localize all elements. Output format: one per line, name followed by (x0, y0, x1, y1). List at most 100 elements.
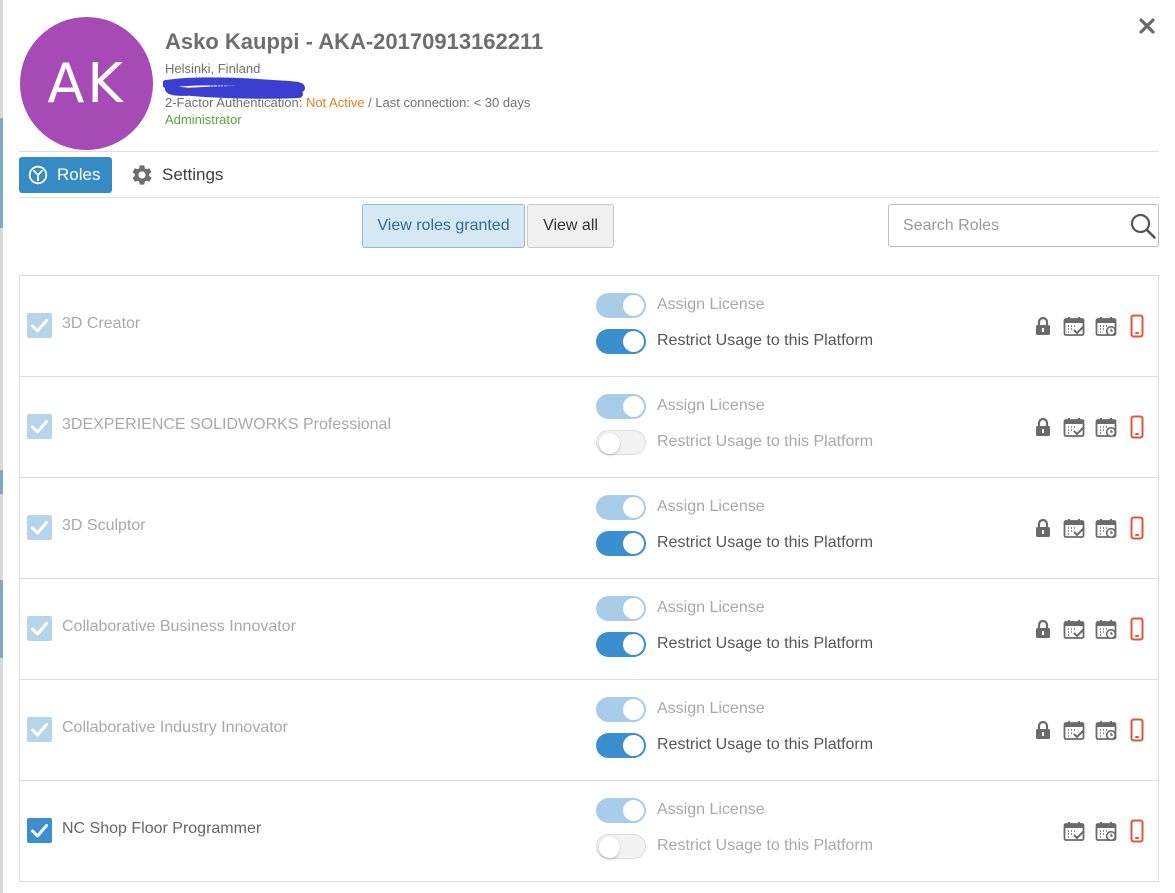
search-box (888, 204, 1159, 247)
calendar-clock-icon[interactable] (1094, 617, 1118, 641)
mobile-icon[interactable] (1125, 819, 1149, 843)
restrict-usage-row: Restrict Usage to this Platform (596, 732, 873, 758)
checkmark-icon (31, 622, 48, 636)
role-checkbox[interactable] (27, 515, 52, 540)
calendar-clock-icon[interactable] (1094, 718, 1118, 742)
role-row: Collaborative Industry Innovator Assign L… (20, 680, 1158, 781)
restrict-usage-toggle[interactable] (596, 631, 646, 657)
restrict-usage-toggle[interactable] (596, 429, 646, 455)
calendar-check-icon[interactable] (1062, 314, 1086, 338)
lock-icon[interactable] (1031, 314, 1055, 338)
toggle-knob (623, 330, 644, 352)
restrict-usage-toggle[interactable] (596, 732, 646, 758)
restrict-usage-row: Restrict Usage to this Platform (596, 429, 873, 455)
two-factor-label: 2-Factor Authentication: (165, 95, 303, 110)
calendar-check-icon[interactable] (1062, 415, 1086, 439)
toggle-knob (623, 532, 644, 554)
gear-icon (132, 165, 152, 185)
assign-license-label: Assign License (657, 599, 765, 616)
tab-settings[interactable]: Settings (130, 157, 223, 193)
role-checkbox[interactable] (27, 818, 52, 843)
mobile-icon[interactable] (1125, 516, 1149, 540)
assign-license-label: Assign License (657, 296, 765, 313)
restrict-usage-row: Restrict Usage to this Platform (596, 328, 873, 354)
assign-license-toggle[interactable] (596, 595, 646, 621)
assign-license-row: Assign License (596, 595, 765, 621)
restrict-usage-label: Restrict Usage to this Platform (657, 837, 874, 854)
background-window-edge (0, 0, 3, 893)
avatar-initials: AK (47, 52, 126, 115)
search-icon[interactable] (1129, 212, 1157, 240)
calendar-clock-icon[interactable] (1094, 314, 1118, 338)
checkmark-icon (31, 824, 48, 838)
assign-license-toggle[interactable] (596, 696, 646, 722)
mobile-icon[interactable] (1125, 718, 1149, 742)
two-factor-status: Not Active (305, 95, 365, 110)
role-name: 3DEXPERIENCE SOLIDWORKS Professional (62, 416, 391, 433)
mobile-icon[interactable] (1125, 314, 1149, 338)
toggle-knob (623, 496, 644, 518)
lock-icon[interactable] (1031, 516, 1055, 540)
calendar-check-icon[interactable] (1062, 819, 1086, 843)
roles-list: 3D Creator Assign License Restrict Usage t… (19, 275, 1159, 882)
restrict-usage-toggle[interactable] (596, 530, 646, 556)
assign-license-toggle[interactable] (596, 292, 646, 318)
close-icon[interactable] (1131, 10, 1163, 42)
toggle-knob (623, 633, 644, 655)
assign-license-label: Assign License (657, 397, 765, 414)
tab-roles[interactable]: Roles (19, 157, 112, 193)
lock-icon[interactable] (1031, 617, 1055, 641)
view-all-button[interactable]: View all (527, 204, 614, 248)
assign-license-toggle[interactable] (596, 393, 646, 419)
two-factor-status-line: 2-Factor Authentication: Not Active / La… (165, 95, 530, 110)
checkmark-icon (31, 319, 48, 333)
toggle-knob (599, 836, 620, 858)
toggle-knob (599, 432, 620, 454)
calendar-check-icon[interactable] (1062, 617, 1086, 641)
assign-license-toggle[interactable] (596, 494, 646, 520)
assign-license-label: Assign License (657, 801, 765, 818)
role-name: Collaborative Industry Innovator (62, 719, 288, 736)
user-location: Helsinki, Finland (165, 61, 261, 76)
role-row: 3D Creator Assign License Restrict Usage t… (20, 276, 1158, 377)
mobile-icon[interactable] (1125, 415, 1149, 439)
restrict-usage-label: Restrict Usage to this Platform (657, 736, 874, 753)
assign-license-toggle[interactable] (596, 797, 646, 823)
role-checkbox[interactable] (27, 717, 52, 742)
role-checkbox[interactable] (27, 313, 52, 338)
assign-license-row: Assign License (596, 494, 765, 520)
toggle-knob (623, 698, 644, 720)
search-input[interactable] (890, 206, 1120, 245)
checkmark-icon (31, 420, 48, 434)
user-name: Asko Kauppi - AKA-20170913162211 (165, 29, 544, 54)
assign-license-row: Assign License (596, 696, 765, 722)
assign-license-label: Assign License (657, 700, 765, 717)
restrict-usage-row: Restrict Usage to this Platform (596, 631, 873, 657)
role-checkbox[interactable] (27, 414, 52, 439)
restrict-usage-row: Restrict Usage to this Platform (596, 530, 873, 556)
role-checkbox[interactable] (27, 616, 52, 641)
calendar-clock-icon[interactable] (1094, 516, 1118, 540)
toggle-knob (623, 734, 644, 756)
toggle-knob (623, 799, 644, 821)
assign-license-label: Assign License (657, 498, 765, 515)
user-role: Administrator (165, 112, 242, 127)
view-roles-granted-button[interactable]: View roles granted (362, 204, 525, 248)
restrict-usage-toggle[interactable] (596, 833, 646, 859)
mobile-icon[interactable] (1125, 617, 1149, 641)
role-name: NC Shop Floor Programmer (62, 820, 262, 837)
tab-roles-label: Roles (57, 165, 101, 184)
restrict-usage-label: Restrict Usage to this Platform (657, 635, 874, 652)
lock-icon[interactable] (1031, 718, 1055, 742)
role-row: 3D Sculptor Assign License Restrict Usage … (20, 478, 1158, 579)
calendar-check-icon[interactable] (1062, 516, 1086, 540)
calendar-clock-icon[interactable] (1094, 415, 1118, 439)
restrict-usage-toggle[interactable] (596, 328, 646, 354)
roles-icon (28, 165, 48, 185)
assign-license-row: Assign License (596, 292, 765, 318)
role-name: 3D Creator (62, 315, 141, 332)
calendar-clock-icon[interactable] (1094, 819, 1118, 843)
calendar-check-icon[interactable] (1062, 718, 1086, 742)
close-button[interactable] (1131, 10, 1163, 42)
lock-icon[interactable] (1031, 415, 1055, 439)
